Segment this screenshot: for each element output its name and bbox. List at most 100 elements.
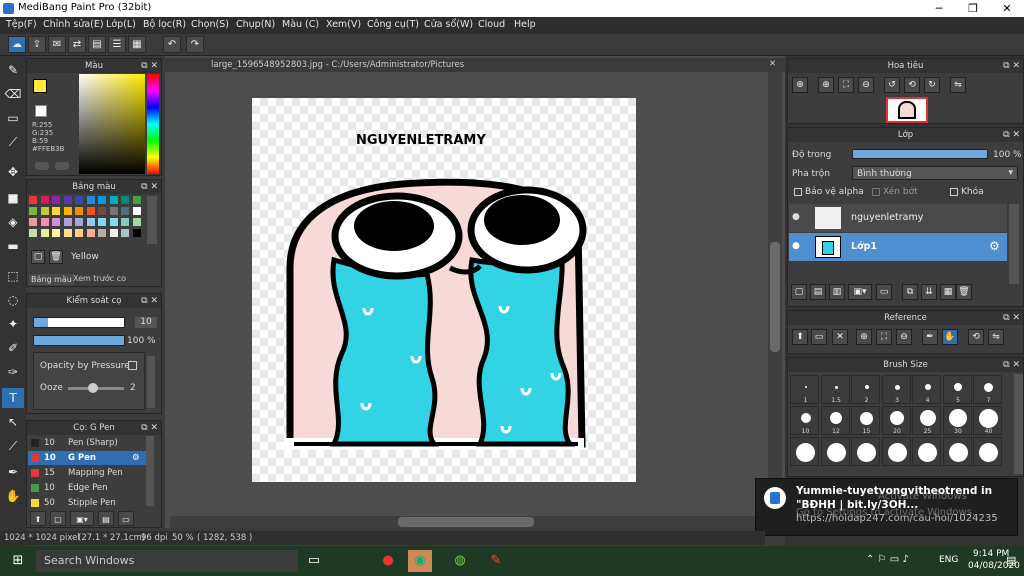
transparent-color[interactable] <box>35 105 47 117</box>
palette-swatch[interactable] <box>75 196 83 204</box>
zoom-in-icon[interactable]: ⊕ <box>856 329 872 345</box>
tab-palette[interactable]: Bảng màu <box>29 274 74 285</box>
brush-size-cell[interactable]: 25 <box>912 406 941 435</box>
palette-swatch[interactable] <box>86 207 95 215</box>
chrome-icon[interactable]: ◉ <box>408 550 432 572</box>
delete-layer-icon[interactable]: 🗑 <box>956 284 972 300</box>
menu-window[interactable]: Cửa sổ(W) <box>424 19 473 30</box>
layer-opacity-slider[interactable] <box>852 149 988 159</box>
brush-item[interactable]: 10 Edge Pen <box>28 481 146 495</box>
palette-swatch[interactable] <box>109 196 118 204</box>
palette-swatch[interactable] <box>98 218 106 226</box>
new-layer-icon[interactable]: ▢ <box>791 284 807 300</box>
close-button[interactable]: ✕ <box>990 0 1024 17</box>
palette-swatch[interactable] <box>98 196 106 204</box>
brush-size-cell[interactable]: 2 <box>851 375 880 404</box>
gear-icon[interactable]: ⚙ <box>989 239 1000 253</box>
opera-icon[interactable]: ● <box>376 550 400 572</box>
palette-swatch[interactable] <box>52 218 60 226</box>
panel-close-icon[interactable]: ⧉ ✕ <box>1003 59 1020 73</box>
palette-swatch[interactable] <box>40 229 49 237</box>
palette-swatch[interactable] <box>52 207 60 215</box>
zoom-actual-icon[interactable]: ⛶ <box>876 329 892 345</box>
palette-swatch[interactable] <box>40 207 49 215</box>
palette-swatch[interactable] <box>109 207 118 215</box>
brush-item[interactable]: 15 Mapping Pen <box>28 466 146 480</box>
bucket-tool-icon[interactable]: ◈ <box>2 212 24 232</box>
palette-swatch[interactable] <box>109 218 118 226</box>
menu-capture[interactable]: Chụp(N) <box>236 19 275 30</box>
hue-slider[interactable] <box>147 74 159 174</box>
palette-swatch[interactable] <box>98 207 106 215</box>
app-icon[interactable]: ◍ <box>448 550 472 572</box>
brush-menu-icon[interactable]: ▣▾ <box>70 511 94 526</box>
zoom-out-icon[interactable]: ⊖ <box>858 77 874 93</box>
select-tool-icon[interactable]: ⬚ <box>2 266 24 286</box>
palette-swatch[interactable] <box>29 207 37 215</box>
document-icon[interactable]: ▤ <box>88 36 106 53</box>
palette-swatch[interactable] <box>63 196 72 204</box>
new-brush-icon[interactable]: ▢ <box>50 511 66 526</box>
operation-tool-icon[interactable]: ↖ <box>2 412 24 432</box>
language-indicator[interactable]: ENG <box>939 555 958 565</box>
redo-icon[interactable]: ↷ <box>186 36 204 53</box>
zoom-in-icon[interactable]: ⊕ <box>818 77 834 93</box>
menu-select[interactable]: Chọn(S) <box>191 19 229 30</box>
layer-settings-icon[interactable]: ▦ <box>940 284 956 300</box>
menu-layer[interactable]: Lớp(L) <box>106 19 136 30</box>
share-icon[interactable]: ⇄ <box>68 36 86 53</box>
brush-size-cell[interactable] <box>912 437 941 466</box>
palette-swatch[interactable] <box>75 218 83 226</box>
canvas-horizontal-scrollbar[interactable] <box>170 516 766 528</box>
canvas-vertical-scrollbar[interactable] <box>768 72 782 522</box>
panel-close-icon[interactable]: ⧉ ✕ <box>141 180 158 194</box>
size-value[interactable]: 10 <box>135 317 157 328</box>
palette-scrollbar[interactable] <box>147 196 157 244</box>
protect-alpha-checkbox[interactable] <box>794 188 802 196</box>
size-slider[interactable] <box>33 317 125 328</box>
panel-close-icon[interactable]: ⧉ ✕ <box>1003 128 1020 142</box>
brush-size-cell[interactable]: 20 <box>881 406 911 435</box>
blend-mode-select[interactable]: Bình thường ▾ <box>852 166 1018 180</box>
menu-view[interactable]: Xem(V) <box>326 19 361 30</box>
rotate-icon[interactable]: ⟲ <box>968 329 984 345</box>
document-close-icon[interactable]: ✕ <box>769 59 776 69</box>
new-8bit-layer-icon[interactable]: ▥ <box>829 284 845 300</box>
palette-swatch[interactable] <box>86 218 95 226</box>
menu-color[interactable]: Màu (C) <box>282 19 319 30</box>
eye-icon[interactable]: ● <box>792 212 800 222</box>
menu-file[interactable]: Tệp(F) <box>6 19 37 30</box>
flip-icon[interactable]: ⇋ <box>950 77 966 93</box>
brush-size-cell[interactable]: 10 <box>790 406 819 435</box>
document-tab[interactable]: large_1596548952803.jpg - C:/Users/Admin… <box>165 58 785 72</box>
flip-icon[interactable]: ⇋ <box>988 329 1004 345</box>
brush-size-cell[interactable]: 1 <box>790 375 819 404</box>
reset-rotation-icon[interactable]: ⟲ <box>904 77 920 93</box>
zoom-actual-icon[interactable]: ⛶ <box>838 77 854 93</box>
windows-start-icon[interactable]: ⊞ <box>6 550 30 572</box>
lasso-tool-icon[interactable]: ◌ <box>2 290 24 310</box>
close-reference-icon[interactable]: ✕ <box>832 329 848 345</box>
maximize-button[interactable]: ❐ <box>956 0 990 17</box>
brush-tool-icon[interactable]: ✎ <box>2 60 24 80</box>
palette-swatch[interactable] <box>75 207 83 215</box>
delete-palette-icon[interactable]: 🗑 <box>49 250 63 264</box>
layer-row[interactable]: ● nguyenletramy <box>789 204 1007 232</box>
palette-swatch[interactable] <box>40 196 49 204</box>
menu-edit[interactable]: Chỉnh sửa(E) <box>43 19 104 30</box>
color-option-icon[interactable] <box>35 162 49 170</box>
select-pen-icon[interactable]: ✐ <box>2 338 24 358</box>
rotate-left-icon[interactable]: ↺ <box>884 77 900 93</box>
medibang-taskbar-icon[interactable]: ✎ <box>484 550 508 572</box>
brush-size-cell[interactable]: 15 <box>851 406 880 435</box>
palette-swatch[interactable] <box>63 218 72 226</box>
brush-size-cell[interactable] <box>881 437 911 466</box>
fill-rect-tool-icon[interactable]: ■ <box>2 188 24 208</box>
brush-size-cell[interactable] <box>942 437 972 466</box>
brush-size-cell[interactable] <box>820 437 850 466</box>
palette-swatch[interactable] <box>109 229 118 237</box>
new-halftone-layer-icon[interactable]: ▤ <box>810 284 826 300</box>
panel-close-icon[interactable]: ⧉ ✕ <box>1003 311 1020 325</box>
brush-item[interactable]: 10 Pen (Sharp) <box>28 436 146 450</box>
brush-size-cell[interactable] <box>973 437 1002 466</box>
